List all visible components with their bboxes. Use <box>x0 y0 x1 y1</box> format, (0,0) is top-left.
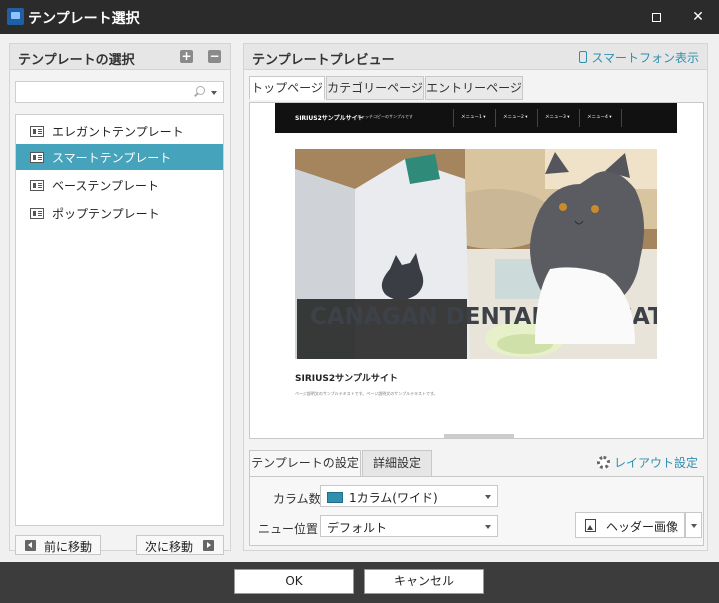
menu-position-label: ニュー位置 <box>258 522 319 536</box>
template-item-selected[interactable]: スマートテンプレート <box>16 144 223 170</box>
dialog-body: テンプレートの選択 + − エレガントテンプレート スマートテンプレート ベース… <box>0 34 719 562</box>
gear-icon <box>597 456 610 469</box>
menu-divider <box>537 109 538 127</box>
template-item-label: ポップテンプレート <box>52 207 160 221</box>
preview-menu-item: メニュー4 ▾ <box>587 115 612 120</box>
preview-menu-item: メニュー3 ▾ <box>545 115 570 120</box>
close-button[interactable]: ✕ <box>678 0 718 34</box>
column-count-text: 1カラム(ワイド) <box>349 491 438 505</box>
maximize-button[interactable] <box>636 0 676 34</box>
preview-post-text: ページ説明文のサンプルテキストです。ページ説明文のサンプルテキストです。 <box>295 391 438 396</box>
template-tree: エレガントテンプレート スマートテンプレート ベーステンプレート ポップテンプレ… <box>15 114 224 526</box>
title-bar: テンプレート選択 ✕ <box>0 0 719 34</box>
preview-site-name: SIRIUS2サンプルサイト <box>295 115 364 122</box>
template-item[interactable]: ベーステンプレート <box>16 172 223 198</box>
menu-divider <box>453 109 454 127</box>
template-settings-area: カラム数 1カラム(ワイド) ニュー位置 デフォルト ヘッダー画像 <box>249 476 704 546</box>
template-list-title: テンプレートの選択 <box>18 53 135 68</box>
preview-menu-item: メニュー1 ▾ <box>461 115 486 120</box>
preview-title: テンプレートプレビュー <box>252 53 395 68</box>
smartphone-view-label: スマートフォン表示 <box>591 51 699 65</box>
preview-catch-copy: キャッチコピーのサンプルです <box>357 114 413 119</box>
menu-divider <box>579 109 580 127</box>
template-item[interactable]: エレガントテンプレート <box>16 118 223 144</box>
layout-settings-link[interactable]: レイアウト設定 <box>597 454 698 471</box>
cancel-button[interactable]: キャンセル <box>364 569 484 594</box>
preview-menu-item: メニュー2 ▾ <box>503 115 528 120</box>
column-count-value: 1カラム(ワイド) <box>327 489 438 506</box>
menu-divider <box>495 109 496 127</box>
template-item-label: エレガントテンプレート <box>52 125 184 139</box>
preview-hero-image: CANAGAN DENTAL FOR CATS <box>295 149 657 359</box>
add-template-button[interactable]: + <box>180 50 193 63</box>
template-item-label: スマートテンプレート <box>52 151 172 165</box>
app-icon <box>7 8 24 25</box>
close-icon: ✕ <box>692 9 704 25</box>
template-icon <box>30 126 44 137</box>
menu-position-select[interactable]: デフォルト <box>320 515 498 537</box>
smartphone-view-link[interactable]: スマートフォン表示 <box>579 49 699 66</box>
minus-icon: − <box>209 49 220 63</box>
template-icon <box>30 208 44 219</box>
page-preview: SIRIUS2サンプルサイト キャッチコピーのサンプルです メニュー1 ▾ メニ… <box>249 102 704 439</box>
window-title: テンプレート選択 <box>28 11 140 27</box>
tab-detail-settings[interactable]: 詳細設定 <box>362 450 432 477</box>
preview-site-header: SIRIUS2サンプルサイト キャッチコピーのサンプルです メニュー1 ▾ メニ… <box>275 103 677 133</box>
tab-entry-page[interactable]: エントリーページ <box>425 76 523 100</box>
layout-settings-label: レイアウト設定 <box>614 456 699 470</box>
image-file-icon <box>585 519 596 532</box>
column-count-label: カラム数 <box>273 492 321 506</box>
template-item[interactable]: ポップテンプレート <box>16 200 223 226</box>
header-image-button[interactable]: ヘッダー画像 <box>575 512 685 538</box>
template-item-label: ベーステンプレート <box>52 179 160 193</box>
template-search-input[interactable] <box>15 81 224 103</box>
chevron-down-icon <box>485 525 491 529</box>
arrow-right-icon <box>203 540 214 551</box>
move-next-label: 次に移動 <box>145 540 194 554</box>
chevron-down-icon[interactable] <box>211 91 217 95</box>
header-image-label: ヘッダー画像 <box>606 520 679 534</box>
search-icon <box>196 86 205 95</box>
tab-top-page[interactable]: トップページ <box>249 76 325 100</box>
move-next-button[interactable]: 次に移動 <box>136 535 224 555</box>
smartphone-icon <box>579 51 588 63</box>
preview-post-title: SIRIUS2サンプルサイト <box>295 374 398 384</box>
maximize-icon <box>651 12 661 22</box>
template-preview-panel: テンプレートプレビュー スマートフォン表示 トップページ カテゴリーページ エン… <box>243 43 708 551</box>
remove-template-button[interactable]: − <box>208 50 221 63</box>
column-count-select[interactable]: 1カラム(ワイド) <box>320 485 498 507</box>
template-icon <box>30 180 44 191</box>
preview-header: テンプレートプレビュー スマートフォン表示 <box>244 44 707 70</box>
ok-button[interactable]: OK <box>234 569 354 594</box>
template-list-header: テンプレートの選択 + − <box>10 44 230 70</box>
move-prev-button[interactable]: 前に移動 <box>15 535 101 555</box>
dialog-footer: OK キャンセル <box>0 562 719 603</box>
column-layout-icon <box>327 492 343 503</box>
arrow-left-icon <box>25 540 36 551</box>
cat-photo: CANAGAN DENTAL FOR CATS <box>295 149 657 359</box>
template-icon <box>30 152 44 163</box>
chevron-down-icon <box>691 524 697 528</box>
chevron-down-icon <box>485 495 491 499</box>
preview-cut-text <box>444 434 514 438</box>
menu-divider <box>621 109 622 127</box>
tab-category-page[interactable]: カテゴリーページ <box>326 76 424 100</box>
menu-position-value: デフォルト <box>327 521 388 535</box>
tab-template-settings[interactable]: テンプレートの設定 <box>249 450 361 477</box>
header-image-dropdown-button[interactable] <box>685 512 702 538</box>
plus-icon: + <box>181 49 192 63</box>
template-list-panel: テンプレートの選択 + − エレガントテンプレート スマートテンプレート ベース… <box>9 43 231 555</box>
move-prev-label: 前に移動 <box>44 540 93 554</box>
